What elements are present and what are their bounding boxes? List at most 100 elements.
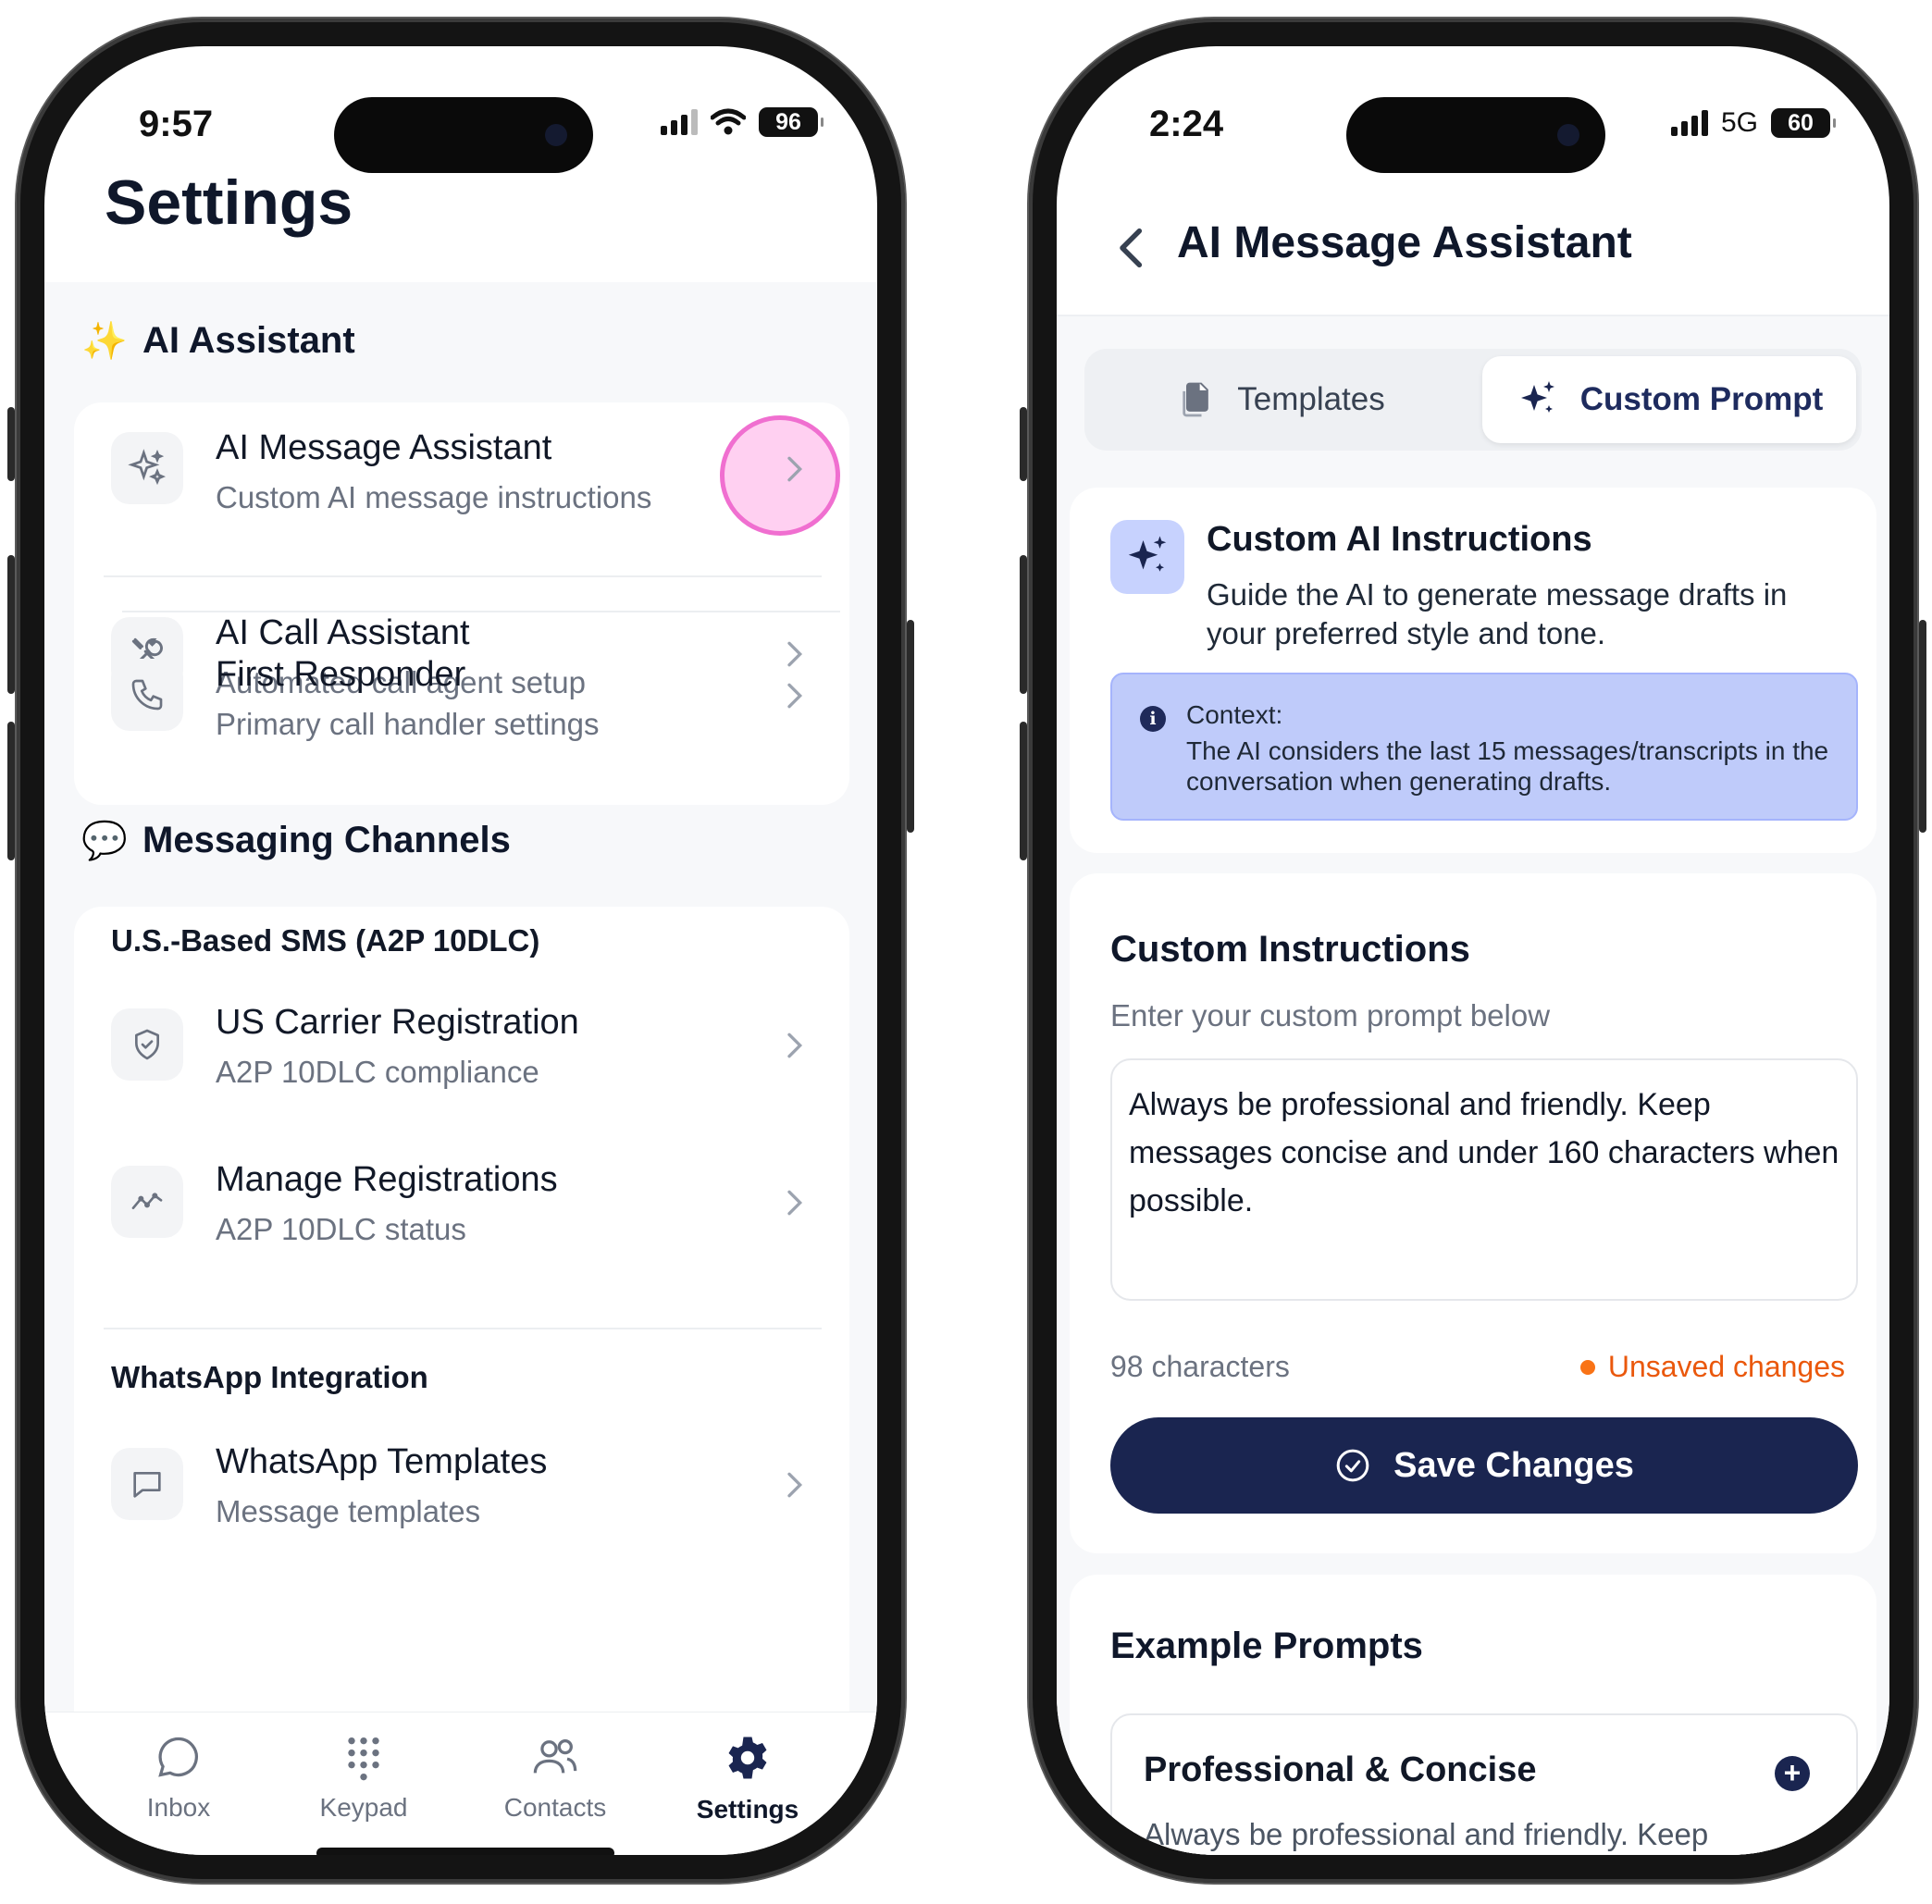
unsaved-dot-icon (1579, 1359, 1595, 1375)
chevron-right-icon (787, 683, 803, 709)
row-title: First Responder (216, 655, 466, 694)
dynamic-island (334, 97, 593, 173)
save-changes-button[interactable]: Save Changes (1110, 1417, 1858, 1514)
messaging-card: U.S.-Based SMS (A2P 10DLC) US Carrier Re… (74, 907, 849, 1712)
tab-custom-prompt[interactable]: Custom Prompt (1482, 356, 1856, 443)
row-ai-message-assistant[interactable]: AI Message Assistant Custom AI message i… (74, 402, 849, 587)
back-chevron-icon[interactable] (1112, 220, 1153, 276)
row-subtitle: A2P 10DLC status (216, 1212, 466, 1246)
add-prompt-button[interactable]: + (1775, 1756, 1810, 1791)
sparkles-icon (1520, 381, 1554, 413)
phone-frame-left: 9:57 96 Settings ✨ AI Assistant AI Messa… (7, 19, 914, 1883)
sms-subheading: U.S.-Based SMS (A2P 10DLC) (111, 923, 540, 958)
tab-settings[interactable]: Settings (655, 1733, 840, 1824)
tab-inbox[interactable]: Inbox (86, 1733, 271, 1823)
chevron-right-icon (787, 456, 803, 482)
bottom-tab-bar: Inbox Keypad Contacts Settings (44, 1712, 877, 1855)
nav-header: AI Message Assistant (1057, 185, 1889, 316)
info-title: Custom AI Instructions (1207, 520, 1592, 559)
speech-bubble-emoji-icon: 💬 (81, 821, 128, 861)
row-title: Manage Registrations (216, 1160, 558, 1199)
tab-templates[interactable]: Templates (1094, 356, 1468, 443)
example-prompts-card: Example Prompts Professional & Concise +… (1070, 1575, 1876, 1855)
tab-label: Custom Prompt (1579, 381, 1824, 417)
unsaved-label: Unsaved changes (1607, 1350, 1845, 1383)
phone-frame-right: 2:24 5G 60 AI Message Assistant Template… (1020, 19, 1926, 1883)
screen-ai-message-assistant: 2:24 5G 60 AI Message Assistant Template… (1057, 46, 1889, 1855)
screen-settings: 9:57 96 Settings ✨ AI Assistant AI Messa… (44, 46, 877, 1855)
character-count: 98 characters (1110, 1350, 1290, 1383)
power-button (907, 620, 914, 833)
trend-icon (111, 1166, 183, 1238)
tab-label: Templates (1237, 381, 1385, 417)
divider (122, 611, 840, 612)
wifi-icon (711, 108, 746, 135)
power-button (1919, 620, 1926, 833)
save-label: Save Changes (1393, 1445, 1634, 1485)
page-title: AI Message Assistant (1177, 218, 1632, 267)
divider (104, 575, 822, 577)
row-first-responder[interactable]: First Responder Primary call handler set… (74, 620, 849, 805)
row-manage-registrations[interactable]: Manage Registrations A2P 10DLC status (74, 1129, 849, 1281)
signal-icon (1670, 110, 1708, 136)
tab-label: Inbox (146, 1793, 211, 1822)
divider (104, 1328, 822, 1329)
sparkles-icon (1110, 520, 1184, 594)
section-heading: Messaging Channels (142, 820, 511, 860)
chat-bubble-icon (158, 1737, 198, 1777)
info-description: Guide the AI to generate message drafts … (1207, 577, 1788, 650)
row-whatsapp-templates[interactable]: WhatsApp Templates Message templates (74, 1411, 849, 1564)
tab-label: Keypad (319, 1793, 408, 1822)
action-button (7, 407, 15, 481)
network-label: 5G (1720, 107, 1758, 138)
section-heading: Example Prompts (1110, 1626, 1423, 1666)
tab-keypad[interactable]: Keypad (271, 1733, 456, 1823)
battery-indicator: 60 (1771, 108, 1836, 138)
home-indicator (316, 1848, 614, 1855)
row-subtitle: Message templates (216, 1494, 481, 1528)
context-text: The AI considers the last 15 messages/tr… (1186, 736, 1829, 796)
status-time: 9:57 (139, 104, 214, 144)
section-heading: Custom Instructions (1110, 929, 1470, 970)
dynamic-island (1346, 97, 1605, 173)
row-title: US Carrier Registration (216, 1003, 579, 1042)
row-us-carrier-registration[interactable]: US Carrier Registration A2P 10DLC compli… (74, 971, 849, 1124)
keypad-icon (348, 1737, 379, 1781)
volume-down-button (7, 722, 15, 860)
battery-indicator: 96 (759, 107, 824, 137)
gear-icon (728, 1737, 767, 1779)
chevron-right-icon (787, 1472, 803, 1498)
input-hint: Enter your custom prompt below (1110, 998, 1551, 1032)
chevron-right-icon (787, 1190, 803, 1216)
shield-check-icon (111, 1008, 183, 1081)
custom-instructions-card: Custom Instructions Enter your custom pr… (1070, 873, 1876, 1553)
first-responder-card: First Responder Primary call handler set… (74, 620, 849, 805)
info-icon: i (1140, 706, 1166, 732)
sparkles-emoji-icon: ✨ (81, 321, 128, 362)
contacts-icon (533, 1739, 577, 1774)
example-prompt-item[interactable]: Professional & Concise + Always be profe… (1110, 1713, 1858, 1855)
chevron-right-icon (787, 1032, 803, 1058)
status-indicators: 5G 60 (1670, 107, 1836, 139)
ai-assistant-content[interactable]: Templates Custom Prompt Custom AI Instru… (1057, 316, 1889, 1855)
row-title: WhatsApp Templates (216, 1442, 548, 1481)
status-indicators: 96 (661, 107, 824, 137)
tab-label: Contacts (503, 1793, 607, 1822)
custom-ai-instructions-card: Custom AI Instructions Guide the AI to g… (1070, 488, 1876, 853)
section-heading: AI Assistant (142, 320, 355, 361)
action-button (1020, 407, 1027, 481)
sparkles-icon (111, 432, 183, 504)
example-title: Professional & Concise (1144, 1750, 1537, 1789)
context-label: Context: (1186, 700, 1283, 729)
page-title: Settings (105, 167, 353, 238)
tab-contacts[interactable]: Contacts (463, 1733, 648, 1823)
status-time: 2:24 (1149, 104, 1224, 144)
custom-prompt-textarea[interactable]: Always be professional and friendly. Kee… (1110, 1058, 1858, 1301)
unsaved-indicator: Unsaved changes (1579, 1350, 1845, 1384)
row-subtitle: A2P 10DLC compliance (216, 1055, 539, 1089)
example-text: Always be professional and friendly. Kee… (1144, 1817, 1709, 1851)
signal-icon (661, 109, 698, 135)
whatsapp-subheading: WhatsApp Integration (111, 1360, 428, 1394)
settings-list[interactable]: ✨ AI Assistant AI Message Assistant Cust… (44, 282, 877, 1712)
row-subtitle: Custom AI message instructions (216, 480, 652, 514)
